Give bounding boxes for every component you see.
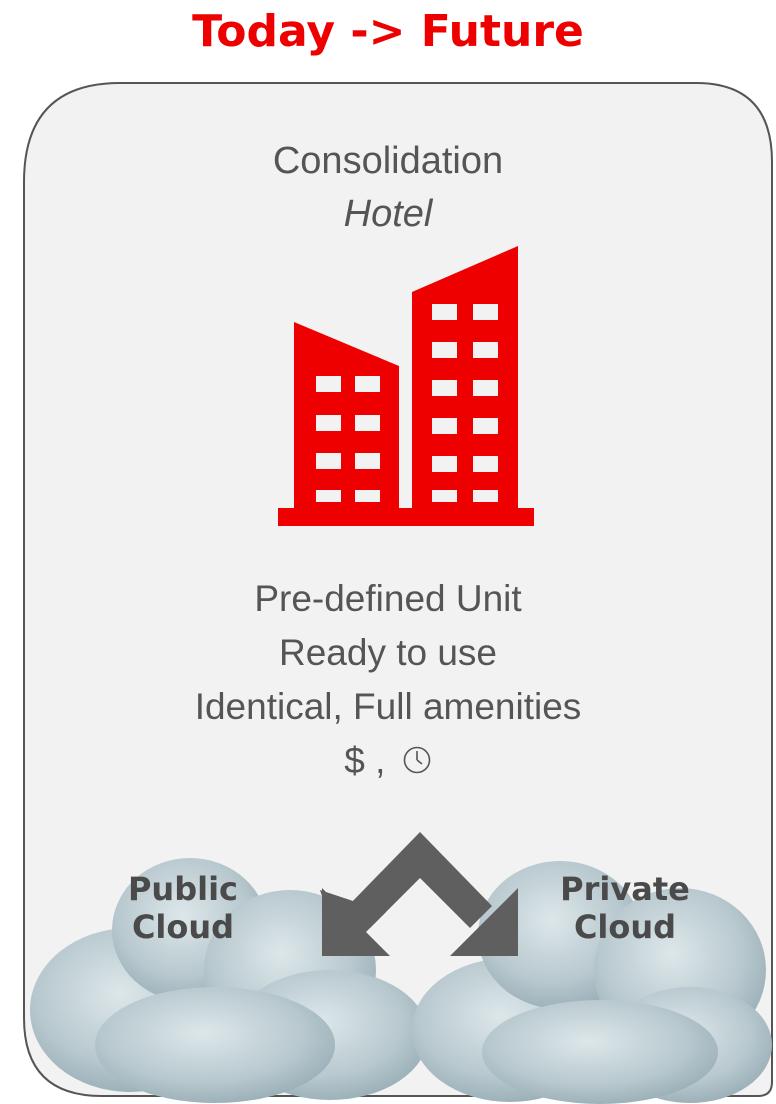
cloud-label-line: Cloud: [131, 908, 235, 946]
cloud-label-line: Private: [560, 870, 690, 908]
slide-title: Today -> Future: [192, 6, 584, 57]
exchange-arrow: [320, 832, 518, 956]
description-line: Pre-defined Unit: [254, 578, 522, 619]
description-line: Ready to use: [278, 632, 498, 673]
cost-label: $ ,: [344, 740, 386, 781]
office-building-icon: [278, 246, 534, 526]
cost-time-line: $ ,: [0, 740, 776, 782]
clock-icon: [403, 746, 431, 774]
panel-subheading: Hotel: [343, 193, 433, 235]
panel-heading: Consolidation: [272, 140, 504, 182]
description-line: Identical, Full amenities: [194, 686, 582, 727]
cloud-label-line: Cloud: [573, 908, 677, 946]
cloud-label-line: Public: [127, 870, 239, 908]
private-cloud-label: Private Cloud: [550, 870, 700, 946]
public-cloud-label: Public Cloud: [108, 870, 258, 946]
cloud-diagram: [30, 832, 772, 1104]
